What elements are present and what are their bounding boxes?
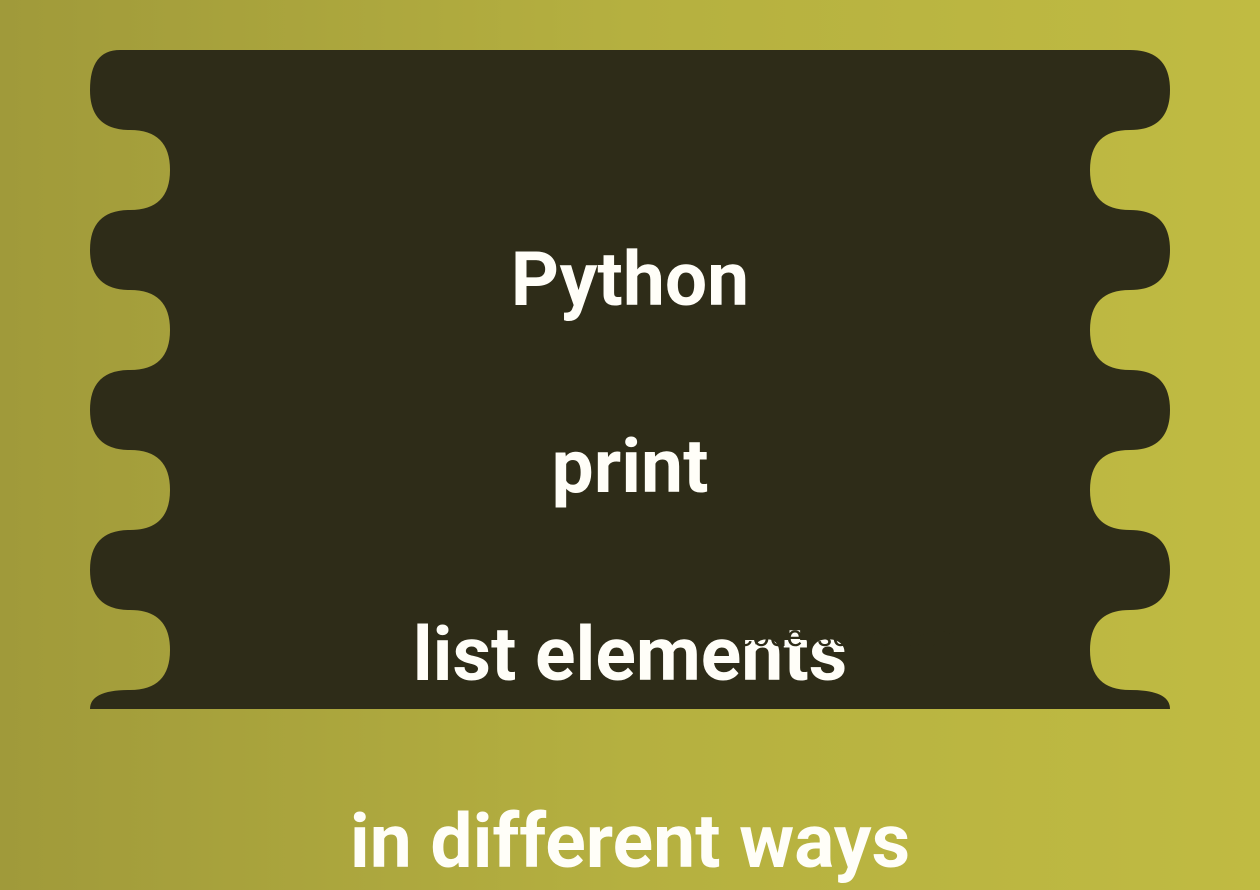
title-line-1: Python (511, 236, 749, 324)
title-line-4: in different ways (350, 798, 910, 886)
main-title: Python print list elements in different … (350, 140, 910, 890)
attribution-text: codevscolor.com (737, 619, 965, 654)
title-line-2: print (552, 423, 709, 511)
